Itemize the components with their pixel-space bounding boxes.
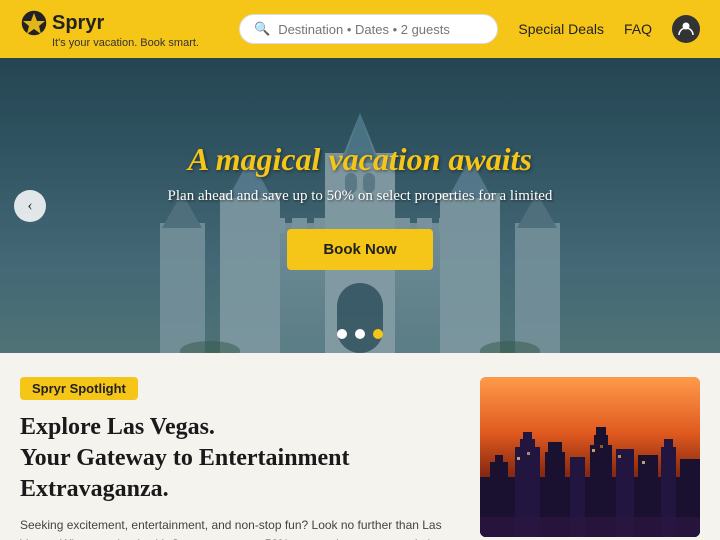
logo-tagline: It's your vacation. Book smart. — [52, 37, 199, 49]
vegas-skyline-svg — [480, 377, 700, 537]
faq-link[interactable]: FAQ — [624, 21, 652, 37]
spotlight-body: Seeking excitement, entertainment, and n… — [20, 516, 460, 540]
logo-area: Spryr It's your vacation. Book smart. — [20, 9, 199, 49]
header: Spryr It's your vacation. Book smart. 🔍 … — [0, 0, 720, 58]
spotlight-title: Explore Las Vegas. Your Gateway to Enter… — [20, 412, 460, 506]
las-vegas-photo — [480, 377, 700, 537]
hero-dot-1[interactable] — [337, 329, 347, 339]
user-icon[interactable] — [672, 15, 700, 43]
prev-slide-button[interactable]: ‹ — [14, 190, 46, 222]
hero-dot-3[interactable] — [373, 329, 383, 339]
spotlight-section: Spryr Spotlight Explore Las Vegas. Your … — [20, 377, 480, 540]
below-fold-section: Spryr Spotlight Explore Las Vegas. Your … — [0, 353, 720, 540]
logo-name[interactable]: Spryr — [20, 9, 199, 37]
hero-section: A magical vacation awaits Plan ahead and… — [0, 58, 720, 353]
hero-title: A magical vacation awaits — [188, 141, 532, 178]
search-bar[interactable]: 🔍 — [239, 14, 498, 44]
search-input[interactable] — [278, 22, 483, 37]
hero-dot-2[interactable] — [355, 329, 365, 339]
hero-content: A magical vacation awaits Plan ahead and… — [0, 58, 720, 353]
book-now-button[interactable]: Book Now — [287, 229, 432, 270]
spotlight-image — [480, 377, 700, 537]
special-deals-link[interactable]: Special Deals — [518, 21, 604, 37]
search-icon: 🔍 — [254, 21, 270, 37]
hero-subtitle: Plan ahead and save up to 50% on select … — [168, 188, 553, 205]
hero-dots — [337, 329, 383, 339]
spotlight-badge: Spryr Spotlight — [20, 377, 138, 400]
spryr-logo-icon — [20, 9, 48, 37]
nav-links: Special Deals FAQ — [518, 15, 700, 43]
